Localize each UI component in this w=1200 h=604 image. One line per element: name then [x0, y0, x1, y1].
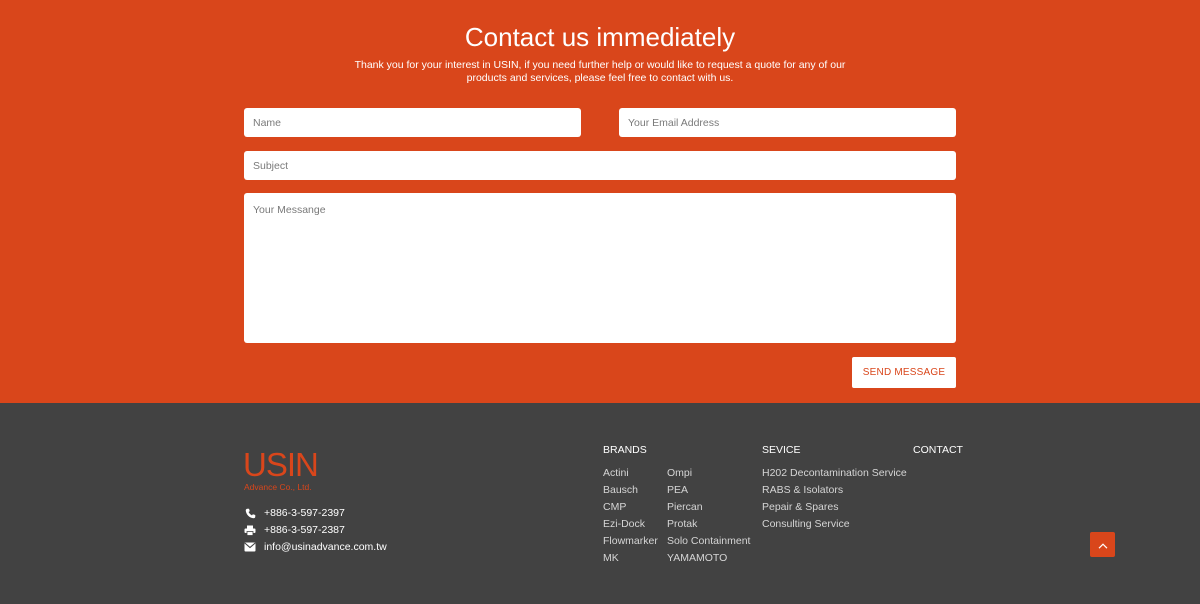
service-link[interactable]: RABS & Isolators: [762, 484, 907, 501]
service-list: H202 Decontamination Service RABS & Isol…: [762, 467, 907, 535]
subject-input[interactable]: [244, 151, 956, 180]
phone-line: +886-3-597-2397: [244, 507, 345, 519]
contact-section: Contact us immediately Thank you for you…: [0, 0, 1200, 403]
brands-heading: BRANDS: [603, 444, 647, 456]
footer: USIN Advance Co., Ltd. +886-3-597-2397 +…: [0, 403, 1200, 604]
brand-link[interactable]: Actini: [603, 467, 658, 484]
brand-link[interactable]: Piercan: [667, 501, 750, 518]
brands-list-2: Ompi PEA Piercan Protak Solo Containment…: [667, 467, 750, 569]
envelope-icon: [244, 541, 256, 553]
fax-line: +886-3-597-2387: [244, 524, 345, 536]
brand-link[interactable]: Solo Containment: [667, 535, 750, 552]
contact-description: Thank you for your interest in USIN, if …: [354, 59, 846, 84]
brand-link[interactable]: Ezi-Dock: [603, 518, 658, 535]
brand-link[interactable]: Ompi: [667, 467, 750, 484]
chevron-up-icon: [1098, 536, 1108, 554]
send-message-button[interactable]: SEND MESSAGE: [852, 357, 956, 388]
name-input[interactable]: [244, 108, 581, 137]
email-line: info@usinadvance.com.tw: [244, 541, 387, 553]
service-heading: SEVICE: [762, 444, 801, 456]
contact-heading[interactable]: CONTACT: [913, 444, 963, 456]
brand-link[interactable]: PEA: [667, 484, 750, 501]
service-link[interactable]: H202 Decontamination Service: [762, 467, 907, 484]
brand-link[interactable]: Flowmarker: [603, 535, 658, 552]
logo-subtitle: Advance Co., Ltd.: [244, 482, 312, 492]
brand-link[interactable]: Bausch: [603, 484, 658, 501]
email-address[interactable]: info@usinadvance.com.tw: [264, 541, 387, 553]
printer-icon: [244, 524, 256, 536]
usin-logo[interactable]: USIN Advance Co., Ltd.: [243, 446, 319, 492]
phone-number[interactable]: +886-3-597-2397: [264, 507, 345, 519]
brand-link[interactable]: Protak: [667, 518, 750, 535]
service-link[interactable]: Pepair & Spares: [762, 501, 907, 518]
phone-icon: [244, 507, 256, 519]
brands-list-1: Actini Bausch CMP Ezi-Dock Flowmarker MK: [603, 467, 658, 569]
back-to-top-button[interactable]: [1090, 532, 1115, 557]
service-link[interactable]: Consulting Service: [762, 518, 907, 535]
logo-name: USIN: [243, 446, 319, 483]
brand-link[interactable]: YAMAMOTO: [667, 552, 750, 569]
contact-title: Contact us immediately: [464, 22, 736, 52]
fax-number: +886-3-597-2387: [264, 524, 345, 536]
message-textarea[interactable]: [244, 193, 956, 343]
email-input[interactable]: [619, 108, 956, 137]
brand-link[interactable]: MK: [603, 552, 658, 569]
brand-link[interactable]: CMP: [603, 501, 658, 518]
